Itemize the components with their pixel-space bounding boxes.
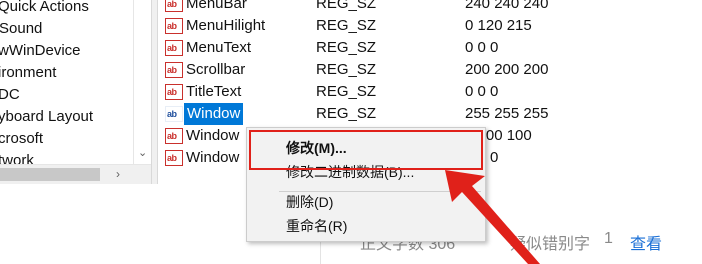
menu-item-rename[interactable]: 重命名(R) <box>247 214 485 238</box>
typo-label: 疑似错别字 <box>510 236 591 253</box>
value-data: 240 240 240 <box>465 0 549 12</box>
value-row[interactable]: ab MenuHilight REG_SZ 0 120 215 <box>158 15 702 37</box>
pane-splitter[interactable] <box>151 0 158 184</box>
value-row[interactable]: ab MenuText REG_SZ 0 0 0 <box>158 37 702 59</box>
value-row[interactable]: ab Scrollbar REG_SZ 200 200 200 <box>158 59 702 81</box>
value-type: REG_SZ <box>316 17 377 34</box>
tree-item-microsoft[interactable]: crosoft <box>0 128 43 150</box>
tree-vertical-scrollbar[interactable]: ⌄ <box>133 0 151 164</box>
tree-item-sound[interactable]: Sound <box>0 18 42 40</box>
value-name: MenuBar <box>186 0 247 12</box>
registry-tree: Quick Actions Sound wWinDevice ironment … <box>0 0 133 164</box>
value-row[interactable]: ab MenuBar REG_SZ 240 240 240 <box>158 0 702 15</box>
string-value-icon: ab <box>165 106 183 122</box>
value-data: 0 120 215 <box>465 17 532 34</box>
value-name: TitleText <box>186 83 242 100</box>
value-row[interactable]: ab TitleText REG_SZ 0 0 0 <box>158 81 702 103</box>
value-data: 255 255 255 <box>465 105 549 122</box>
value-name: MenuText <box>186 39 252 56</box>
string-value-icon: ab <box>165 84 183 100</box>
value-name: Window <box>186 127 240 144</box>
tree-horizontal-scrollbar[interactable]: › <box>0 164 151 184</box>
tree-item-network[interactable]: twork <box>0 150 34 164</box>
value-data: 0 0 0 <box>465 39 499 56</box>
tree-item-environment[interactable]: ironment <box>0 62 56 84</box>
value-type: REG_SZ <box>316 0 377 12</box>
string-value-icon: ab <box>165 150 183 166</box>
value-type: REG_SZ <box>316 39 377 56</box>
value-name: Scrollbar <box>186 61 246 78</box>
string-value-icon: ab <box>165 62 183 78</box>
menu-item-delete[interactable]: 删除(D) <box>247 190 485 214</box>
scrollbar-thumb[interactable] <box>0 168 100 181</box>
value-type: REG_SZ <box>316 105 377 122</box>
tree-item-dc[interactable]: DC <box>0 84 20 106</box>
value-data: 200 200 200 <box>465 61 549 78</box>
string-value-icon: ab <box>165 128 183 144</box>
value-row-selected[interactable]: ab Window REG_SZ 255 255 255 <box>158 103 702 125</box>
menu-item-modify-binary[interactable]: 修改二进制数据(B)... <box>247 160 485 184</box>
tree-item-quick-actions[interactable]: Quick Actions <box>0 0 89 18</box>
menu-item-modify[interactable]: 修改(M)... <box>247 136 485 160</box>
value-type: REG_SZ <box>316 61 377 78</box>
scroll-down-icon[interactable]: ⌄ <box>138 146 147 159</box>
view-typos-link[interactable]: 查看 <box>630 230 662 254</box>
string-value-icon: ab <box>165 40 183 56</box>
screenshot: Quick Actions Sound wWinDevice ironment … <box>0 0 702 264</box>
typo-count: 1 <box>604 230 613 247</box>
context-menu: 修改(M)... 修改二进制数据(B)... 删除(D) 重命名(R) <box>246 127 486 242</box>
string-value-icon: ab <box>165 0 183 12</box>
scroll-right-icon[interactable]: › <box>116 167 120 181</box>
value-name: Window <box>186 149 240 166</box>
tree-item-keyboard-layout[interactable]: yboard Layout <box>0 106 93 128</box>
value-data: 0 0 0 <box>465 83 499 100</box>
string-value-icon: ab <box>165 18 183 34</box>
value-name: Window <box>184 103 244 125</box>
value-type: REG_SZ <box>316 83 377 100</box>
value-name: MenuHilight <box>186 17 266 34</box>
tree-item-win-device[interactable]: wWinDevice <box>0 40 81 62</box>
